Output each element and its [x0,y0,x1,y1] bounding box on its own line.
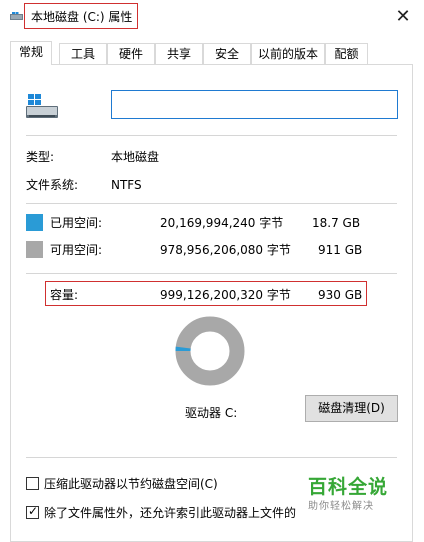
type-label: 类型: [26,150,55,164]
drive-icon [10,12,23,20]
index-label: 除了文件属性外，还允许索引此驱动器上文件的 [44,506,297,520]
checkmark-icon: ✓ [28,504,39,518]
capacity-size: 930 GB [318,288,363,302]
capacity-label: 容量: [50,288,79,302]
free-space-size: 911 GB [318,243,363,257]
free-space-bytes: 978,956,206,080 字节 [160,243,291,257]
separator [26,203,397,204]
used-space-size: 18.7 GB [312,216,361,230]
free-space-slice [175,316,245,386]
tab-quota[interactable]: 配额 [325,43,368,64]
title-bar: 本地磁盘 (C:) 属性 ✕ [0,0,424,36]
compress-checkbox[interactable] [26,477,39,490]
used-space-bytes: 20,169,994,240 字节 [160,216,284,230]
separator [26,457,397,458]
filesystem-label: 文件系统: [26,178,79,192]
watermark: 百科全说 助你轻松解决 [308,476,388,514]
used-space-label: 已用空间: [50,216,103,230]
separator [26,135,397,136]
filesystem-value: NTFS [111,178,142,192]
drive-label: 驱动器 C: [185,406,238,420]
capacity-bytes: 999,126,200,320 字节 [160,288,291,302]
tab-tools[interactable]: 工具 [59,43,107,64]
type-value: 本地磁盘 [111,150,160,164]
used-space-swatch [26,214,43,231]
disk-usage-donut-chart [175,316,245,386]
tab-sharing[interactable]: 共享 [155,43,203,64]
watermark-main: 百科全说 [308,476,389,498]
free-space-swatch [26,241,43,258]
tab-previous-versions[interactable]: 以前的版本 [251,43,325,64]
drive-icon [26,94,58,118]
index-checkbox[interactable]: ✓ [26,504,39,519]
tab-general[interactable]: 常规 [10,41,52,65]
watermark-sub: 助你轻松解决 [308,501,374,512]
compress-label: 压缩此驱动器以节约磁盘空间(C) [44,477,218,491]
disk-cleanup-button[interactable]: 磁盘清理(D) [305,395,398,422]
tab-security[interactable]: 安全 [203,43,251,64]
close-icon[interactable]: ✕ [392,6,414,28]
separator [26,273,397,274]
volume-name-input[interactable] [111,90,398,119]
title-highlight-box [24,3,138,29]
free-space-label: 可用空间: [50,243,103,257]
tab-hardware[interactable]: 硬件 [107,43,155,64]
